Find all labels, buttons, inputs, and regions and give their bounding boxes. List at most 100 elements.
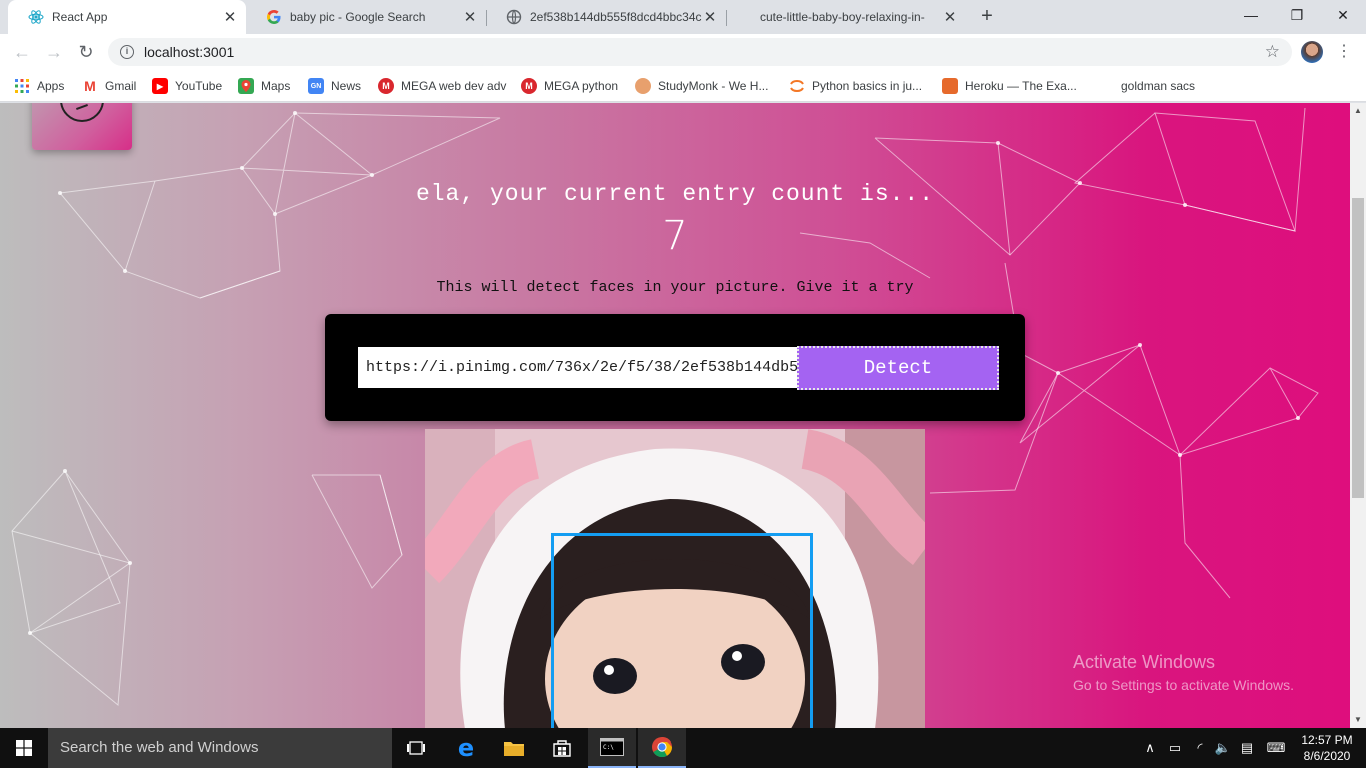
studymonk-icon (635, 78, 651, 94)
bookmark-goldman-sacs[interactable]: goldman sacs (1098, 76, 1195, 96)
tab-cute-baby[interactable]: cute-little-baby-boy-relaxing-in- ✕ (726, 0, 966, 34)
battery-icon[interactable]: ▭ (1164, 728, 1186, 768)
menu-dots-icon[interactable]: ⋮ (1336, 40, 1352, 64)
chrome-icon[interactable] (638, 728, 686, 768)
info-icon[interactable]: i (120, 45, 134, 59)
tab-strip: React App ✕ baby pic - Google Search ✕ 2… (0, 0, 1366, 34)
react-icon (28, 9, 44, 25)
detect-button[interactable]: Detect (797, 346, 999, 390)
bookmark-maps[interactable]: Maps (238, 76, 290, 96)
tab-title: React App (52, 10, 108, 24)
forward-arrow-icon[interactable]: → (42, 40, 66, 64)
bookmark-studymonk[interactable]: StudyMonk - We H... (635, 76, 768, 96)
bookmark-heroku[interactable]: Heroku — The Exa... (942, 76, 1077, 96)
image-url-input[interactable]: https://i.pinimg.com/736x/2e/f5/38/2ef53… (358, 347, 798, 388)
edge-browser-icon[interactable]: e (442, 728, 490, 768)
windows-logo-icon (16, 740, 32, 756)
star-icon[interactable]: ☆ (1265, 42, 1280, 62)
mega-icon: M (521, 78, 537, 94)
tab-title: baby pic - Google Search (290, 10, 426, 24)
tab-title: cute-little-baby-boy-relaxing-in- (760, 10, 925, 24)
taskbar-search-box[interactable]: Search the web and Windows (48, 728, 392, 768)
bookmark-label: goldman sacs (1121, 79, 1196, 93)
entry-count-text: ela, your current entry count is... (415, 181, 935, 207)
bookmark-news[interactable]: GN News (308, 76, 361, 96)
close-icon[interactable]: ✕ (222, 8, 238, 26)
page-scrollbar[interactable]: ▲ ▼ (1350, 103, 1366, 728)
bookmark-label: YouTube (175, 79, 223, 93)
apps-grid-icon (14, 78, 30, 94)
reload-icon[interactable]: ↻ (74, 40, 98, 64)
mega-icon: M (378, 78, 394, 94)
youtube-icon: ▶ (152, 78, 168, 94)
image-link-form: https://i.pinimg.com/736x/2e/f5/38/2ef53… (325, 314, 1025, 421)
close-window-button[interactable]: ✕ (1320, 0, 1366, 30)
bookmark-label: StudyMonk - We H... (658, 79, 769, 93)
brain-logo-icon (60, 103, 104, 122)
profile-avatar[interactable] (1301, 41, 1323, 63)
bookmark-label: MEGA python (544, 79, 619, 93)
bookmark-gmail[interactable]: M Gmail (82, 76, 136, 96)
entry-count-value: 7 (662, 213, 688, 259)
scroll-down-arrow-icon[interactable]: ▼ (1350, 712, 1366, 728)
heroku-icon (942, 78, 958, 94)
windows-activation-watermark: Activate Windows Go to Settings to activ… (1073, 652, 1294, 693)
bookmark-label: MEGA web dev adv (401, 79, 507, 93)
folder-icon (1098, 78, 1114, 94)
maximize-button[interactable]: ❐ (1274, 0, 1320, 30)
news-icon: GN (308, 78, 324, 94)
store-icon[interactable] (538, 728, 586, 768)
show-hidden-icons-chevron-icon[interactable]: ∧ (1140, 728, 1160, 768)
back-arrow-icon[interactable]: ← (10, 40, 34, 64)
bookmark-youtube[interactable]: ▶ YouTube (152, 76, 222, 96)
windows-start-button[interactable] (0, 728, 48, 768)
jupyter-icon (789, 78, 805, 94)
scroll-up-arrow-icon[interactable]: ▲ (1350, 103, 1366, 119)
bookmark-label: Python basics in ju... (812, 79, 923, 93)
bookmark-label: Maps (261, 79, 291, 93)
taskbar-clock[interactable]: 12:57 PM 8/6/2020 (1296, 732, 1358, 764)
file-explorer-icon[interactable] (490, 728, 538, 768)
clock-time: 12:57 PM (1301, 733, 1353, 747)
wifi-icon[interactable]: ◜ (1190, 728, 1210, 768)
tab-image[interactable]: 2ef538b144db555f8dcd4bbc34c ✕ (486, 0, 726, 34)
browser-toolbar: ← → ↻ i localhost:3001 ☆ ⋮ (0, 34, 1366, 70)
clock-date: 8/6/2020 (1303, 749, 1351, 763)
close-icon[interactable]: ✕ (702, 8, 718, 26)
keyboard-icon[interactable]: ⌨ (1262, 728, 1290, 768)
bookmark-mega-web-dev[interactable]: M MEGA web dev adv (378, 76, 506, 96)
watermark-title: Activate Windows (1073, 652, 1216, 672)
maps-icon (238, 78, 254, 94)
tab-google-search[interactable]: baby pic - Google Search ✕ (246, 0, 486, 34)
google-icon (266, 9, 282, 25)
page-viewport: ela, your current entry count is... 7 Th… (0, 103, 1350, 728)
bookmark-label: Heroku — The Exa... (965, 79, 1077, 93)
command-prompt-icon[interactable]: C:\ (588, 728, 636, 768)
bookmark-label: Apps (37, 79, 65, 93)
svg-text:C:\: C:\ (603, 744, 614, 751)
address-bar[interactable]: i localhost:3001 ☆ (108, 38, 1292, 66)
action-center-icon[interactable]: ▤ (1236, 728, 1258, 768)
bookmark-apps[interactable]: Apps (14, 76, 64, 96)
scroll-thumb[interactable] (1352, 198, 1364, 498)
bookmark-label: Gmail (105, 79, 137, 93)
close-icon[interactable]: ✕ (462, 8, 478, 26)
minimize-button[interactable]: — (1228, 0, 1274, 30)
face-bounding-box (551, 533, 813, 728)
close-icon[interactable]: ✕ (942, 8, 958, 26)
globe-icon (506, 9, 522, 25)
address-url: localhost:3001 (144, 44, 235, 60)
volume-icon[interactable]: 🔈 (1212, 728, 1234, 768)
tab-react-app[interactable]: React App ✕ (8, 0, 246, 34)
bookmark-python-basics[interactable]: Python basics in ju... (789, 76, 922, 96)
windows-taskbar: Search the web and Windows e C:\ ∧ ▭ ◜ 🔈… (0, 728, 1366, 768)
gmail-icon: M (84, 78, 96, 94)
task-view-icon[interactable] (392, 728, 440, 768)
bookmark-mega-python[interactable]: M MEGA python (521, 76, 618, 96)
tab-title: 2ef538b144db555f8dcd4bbc34c (530, 10, 702, 24)
watermark-subtitle: Go to Settings to activate Windows. (1073, 677, 1294, 693)
app-logo[interactable] (32, 103, 132, 150)
tagline-text: This will detect faces in your picture. … (436, 279, 914, 296)
new-tab-button[interactable]: + (976, 5, 998, 27)
bookmarks-bar: Apps M Gmail ▶ YouTube Maps GN News M ME… (0, 70, 1366, 102)
